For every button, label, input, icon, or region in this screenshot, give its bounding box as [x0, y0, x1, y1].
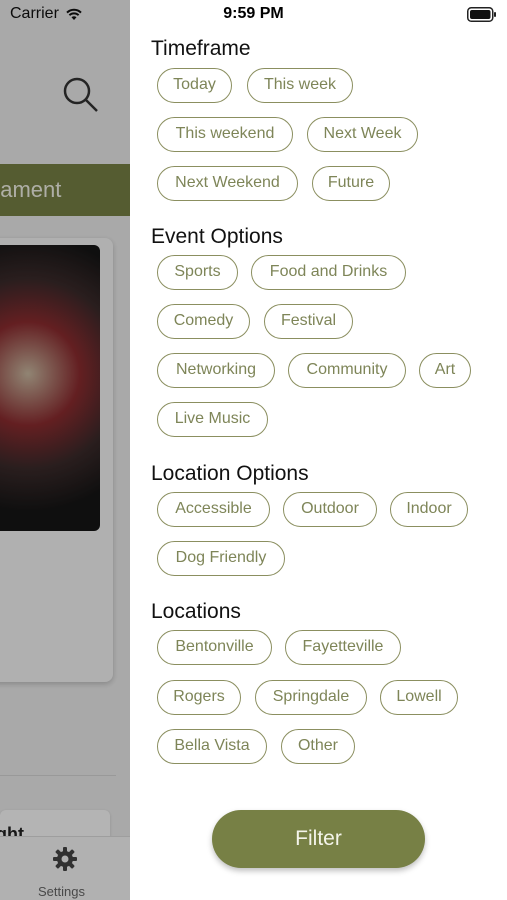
section-title-location-options: Location Options	[151, 462, 309, 485]
section-title-locations: Locations	[151, 600, 241, 623]
chip-food-and-drinks[interactable]: Food and Drinks	[251, 255, 406, 290]
chip-springdale[interactable]: Springdale	[255, 680, 367, 715]
chip-this-week[interactable]: This week	[247, 68, 353, 103]
dim-overlay[interactable]	[0, 0, 130, 900]
chip-indoor[interactable]: Indoor	[390, 492, 468, 527]
section-title-timeframe: Timeframe	[151, 37, 251, 60]
chip-accessible[interactable]: Accessible	[157, 492, 270, 527]
chip-sports[interactable]: Sports	[157, 255, 238, 290]
chip-live-music[interactable]: Live Music	[157, 402, 268, 437]
chip-rogers[interactable]: Rogers	[157, 680, 241, 715]
chip-next-weekend[interactable]: Next Weekend	[157, 166, 298, 201]
filter-drawer: 9:59 PM Timeframe Today This week This w…	[130, 0, 507, 900]
background-app: Carrier nament ght Settings	[0, 0, 130, 900]
chip-future[interactable]: Future	[312, 166, 390, 201]
section-title-event-options: Event Options	[151, 225, 283, 248]
chip-other[interactable]: Other	[281, 729, 355, 764]
chip-networking[interactable]: Networking	[157, 353, 275, 388]
chip-bentonville[interactable]: Bentonville	[157, 630, 272, 665]
chip-this-weekend[interactable]: This weekend	[157, 117, 293, 152]
chip-outdoor[interactable]: Outdoor	[283, 492, 377, 527]
chip-comedy[interactable]: Comedy	[157, 304, 250, 339]
chip-fayetteville[interactable]: Fayetteville	[285, 630, 401, 665]
chip-dog-friendly[interactable]: Dog Friendly	[157, 541, 285, 576]
chip-art[interactable]: Art	[419, 353, 471, 388]
chip-festival[interactable]: Festival	[264, 304, 353, 339]
chip-lowell[interactable]: Lowell	[380, 680, 458, 715]
chip-community[interactable]: Community	[288, 353, 406, 388]
filter-button[interactable]: Filter	[212, 810, 425, 868]
chip-next-week[interactable]: Next Week	[307, 117, 418, 152]
battery-icon	[467, 7, 496, 22]
chip-bella-vista[interactable]: Bella Vista	[157, 729, 267, 764]
status-time: 9:59 PM	[223, 5, 284, 22]
chip-today[interactable]: Today	[157, 68, 232, 103]
